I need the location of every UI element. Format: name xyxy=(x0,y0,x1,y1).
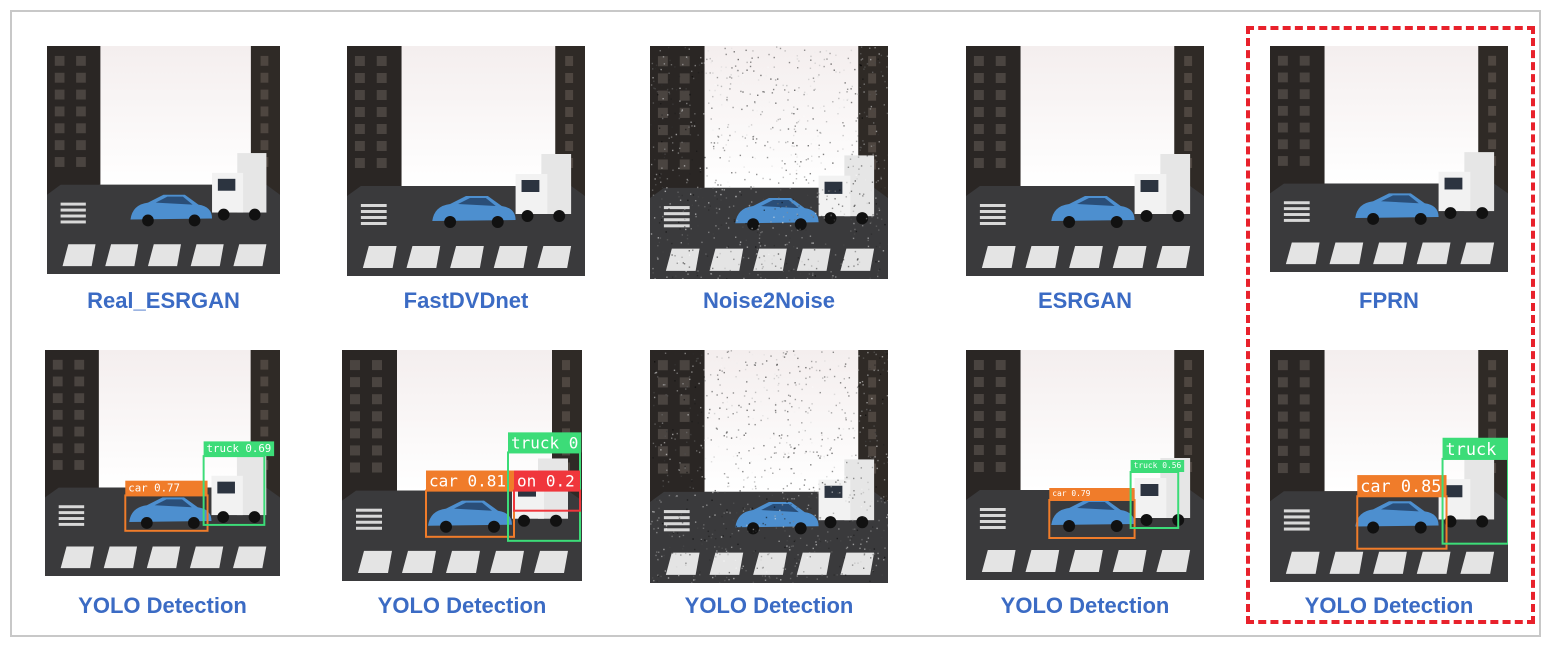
detection-label: car 0.79 xyxy=(1052,489,1090,498)
caption-noise2noise: Noise2Noise xyxy=(650,288,888,314)
street-scene-image: car 0.79 truck 0.56 xyxy=(966,350,1204,580)
street-scene-image: car 0.77 truck 0.69 xyxy=(45,350,280,576)
panel-yolo-real-esrgan: car 0.77 truck 0.69 xyxy=(45,350,280,576)
street-scene-image xyxy=(650,46,888,279)
caption-yolo-real-esrgan: YOLO Detection xyxy=(45,593,280,619)
detection-label: truck 0.69 xyxy=(207,442,272,455)
caption-yolo-fastdvdnet: YOLO Detection xyxy=(342,593,582,619)
caption-fastdvdnet: FastDVDnet xyxy=(347,288,585,314)
caption-yolo-esrgan: YOLO Detection xyxy=(966,593,1204,619)
fprn-highlight-box xyxy=(1246,26,1535,624)
panel-real-esrgan xyxy=(47,46,280,274)
detection-label: car 0.77 xyxy=(128,481,180,494)
panel-yolo-fastdvdnet: car 0.81 truck 0 on 0.2 xyxy=(342,350,582,581)
street-scene-image xyxy=(347,46,585,276)
detection-label: truck 0 xyxy=(511,433,578,452)
panel-esrgan xyxy=(966,46,1204,276)
panel-yolo-esrgan: car 0.79 truck 0.56 xyxy=(966,350,1204,580)
panel-yolo-noise2noise xyxy=(650,350,888,583)
detection-label: on 0.2 xyxy=(517,472,575,491)
street-scene-image xyxy=(650,350,888,583)
caption-yolo-noise2noise: YOLO Detection xyxy=(650,593,888,619)
street-scene-image: car 0.81 truck 0 on 0.2 xyxy=(342,350,582,581)
street-scene-image xyxy=(47,46,280,274)
caption-esrgan: ESRGAN xyxy=(966,288,1204,314)
street-scene-image xyxy=(966,46,1204,276)
panel-fastdvdnet xyxy=(347,46,585,276)
detection-label: car 0.81 xyxy=(429,472,506,491)
detection-label: truck 0.56 xyxy=(1134,461,1182,470)
caption-real-esrgan: Real_ESRGAN xyxy=(47,288,280,314)
panel-noise2noise xyxy=(650,46,888,279)
